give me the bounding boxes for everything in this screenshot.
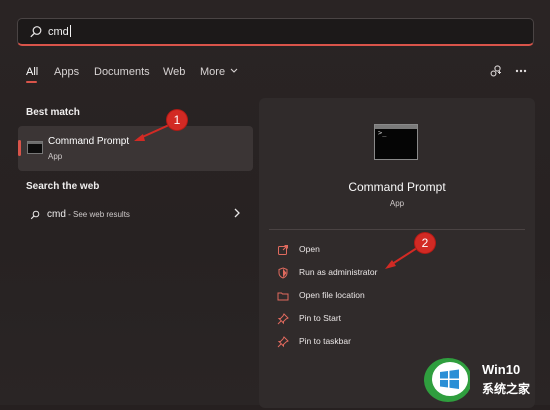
watermark-line-2: 系统之家 — [482, 382, 531, 396]
annotation-arrows — [134, 124, 418, 269]
annotation-badge-1: 1 — [167, 110, 187, 130]
watermark: Win10 系统之家 — [410, 355, 550, 405]
annotation-arrowhead-1 — [134, 134, 145, 141]
annotation-arrowhead-2 — [385, 260, 396, 269]
start-menu-search: cmd All Apps Documents Web More Best mat… — [0, 0, 550, 408]
watermark-line-1: Win10 — [482, 362, 521, 377]
win10-logo-icon — [424, 358, 472, 402]
annotation-badge-2: 2 — [415, 233, 435, 253]
